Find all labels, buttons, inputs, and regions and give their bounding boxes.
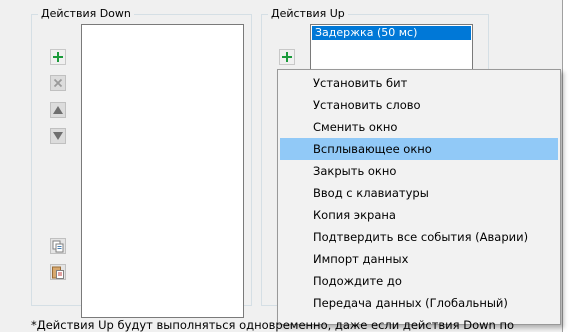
menu-item-close-window[interactable]: Закрыть окно [280, 160, 558, 182]
delete-x-icon [50, 75, 66, 91]
paste-icon [50, 264, 66, 280]
down-actions-list[interactable] [81, 24, 244, 318]
plus-icon [279, 49, 295, 65]
menu-item-keyboard-input[interactable]: Ввод с клавиатуры [280, 182, 558, 204]
menu-item-import-data[interactable]: Импорт данных [280, 248, 558, 270]
paste-button[interactable] [50, 264, 66, 280]
up-actions-title: Действия Up [268, 7, 348, 21]
move-down-button[interactable] [50, 128, 66, 144]
copy-icon [50, 238, 66, 254]
arrow-up-icon [50, 102, 66, 118]
add-up-action-button[interactable] [279, 49, 295, 65]
menu-item-change-window[interactable]: Сменить окно [280, 116, 558, 138]
add-action-context-menu: Установить бит Установить слово Сменить … [277, 69, 561, 325]
list-item[interactable]: Задержка (50 мс) [312, 26, 471, 40]
menu-item-set-word[interactable]: Установить слово [280, 94, 558, 116]
plus-icon [50, 49, 66, 65]
menu-item-screen-copy[interactable]: Копия экрана [280, 204, 558, 226]
arrow-down-icon [50, 128, 66, 144]
outer-background [563, 0, 580, 332]
menu-item-data-transfer-global[interactable]: Передача данных (Глобальный) [280, 292, 558, 314]
add-down-action-button[interactable] [50, 49, 66, 65]
menu-item-set-bit[interactable]: Установить бит [280, 72, 558, 94]
footnote-text: *Действия Up будут выполняться одновреме… [31, 318, 515, 332]
menu-item-popup-window[interactable]: Всплывающее окно [280, 138, 558, 160]
menu-item-wait-until[interactable]: Подождите до [280, 270, 558, 292]
delete-down-action-button[interactable] [50, 75, 66, 91]
down-actions-title: Действия Down [38, 7, 134, 21]
menu-item-acknowledge-all-events[interactable]: Подтвердить все события (Аварии) [280, 226, 558, 248]
copy-button[interactable] [50, 238, 66, 254]
move-up-button[interactable] [50, 102, 66, 118]
